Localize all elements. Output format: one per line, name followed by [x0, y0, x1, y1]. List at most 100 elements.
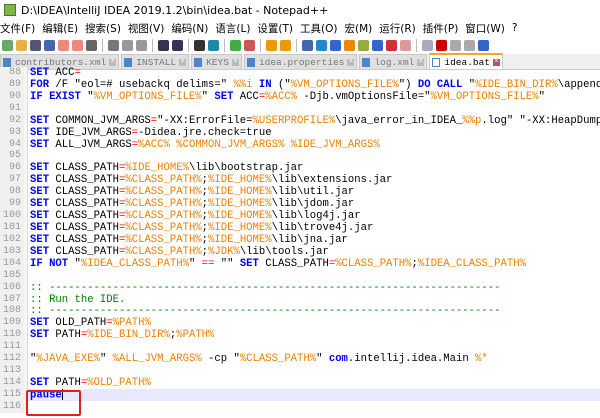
- monitor-icon[interactable]: [400, 39, 411, 51]
- zoom-out-icon[interactable]: [244, 39, 255, 51]
- menu-item[interactable]: 插件(P): [423, 21, 464, 36]
- open-icon[interactable]: [16, 39, 27, 51]
- token-txt: \lib\jdom.jar: [271, 198, 355, 211]
- indent-guide-icon[interactable]: [330, 39, 341, 51]
- menu-item[interactable]: 窗口(W): [465, 21, 510, 36]
- func-list-icon[interactable]: [372, 39, 383, 51]
- save-all-icon[interactable]: [44, 39, 55, 51]
- token-kw: SET: [30, 329, 50, 342]
- code-editor[interactable]: 88 SET ACC= 89 FOR /F "eol=# usebackq delim…: [0, 67, 600, 418]
- play-icon[interactable]: [450, 39, 461, 51]
- token-var: %OLD_PATH%: [87, 376, 151, 389]
- wrap-icon[interactable]: [302, 39, 313, 51]
- code-line: 90 IF EXIST "%VM_OPTIONS_FILE%" SET ACC=%…: [0, 90, 600, 103]
- code-line: 98 SET CLASS_PATH=%CLASS_PATH%;%IDE_HOME%…: [0, 186, 600, 199]
- toolbar-separator: [224, 38, 225, 52]
- all-chars-icon[interactable]: [316, 39, 327, 51]
- code-text: SET ALL_JVM_ARGS=%ACC% %COMMON_JVM_ARGS%…: [28, 139, 380, 151]
- copy-icon[interactable]: [122, 39, 133, 51]
- zoom-in-icon[interactable]: [230, 39, 241, 51]
- save-macro-icon[interactable]: [478, 39, 489, 51]
- code-text: SET COMMON_JVM_ARGS="-XX:ErrorFile=%USER…: [28, 115, 600, 127]
- menu-item[interactable]: 视图(V): [128, 21, 169, 36]
- code-text: :: -------------------------------------…: [28, 305, 500, 317]
- file-icon: [246, 57, 255, 67]
- udl-icon[interactable]: [344, 39, 355, 51]
- code-line: 99 SET CLASS_PATH=%CLASS_PATH%;%IDE_HOME%…: [0, 198, 600, 211]
- line-number: 109: [0, 317, 24, 330]
- code-line: 107:: Run the IDE.: [0, 293, 600, 306]
- menu-item[interactable]: 编码(N): [171, 21, 213, 36]
- line-number: 111: [0, 341, 24, 354]
- sync-h-icon[interactable]: [280, 39, 291, 51]
- menu-item[interactable]: 宏(M): [345, 21, 378, 36]
- close-tab-icon[interactable]: ×: [179, 58, 187, 66]
- record-icon[interactable]: [422, 39, 433, 51]
- token-kw: SET: [30, 162, 50, 175]
- token-var: %IDE_BIN_DIR%: [87, 329, 170, 342]
- line-number: 98: [0, 186, 24, 199]
- close-tab-icon[interactable]: ×: [231, 58, 239, 66]
- token-var: %VM_OPTIONS_FILE%: [430, 90, 539, 103]
- new-icon[interactable]: [2, 39, 13, 51]
- menu-item[interactable]: 运行(R): [379, 21, 421, 36]
- token-var: %CLASS_PATH%: [239, 353, 317, 366]
- doc-map-icon[interactable]: [358, 39, 369, 51]
- toolbar-separator: [102, 38, 103, 52]
- line-number: 95: [0, 150, 24, 163]
- code-text: SET CLASS_PATH=%CLASS_PATH%;%IDE_HOME%\l…: [28, 174, 392, 186]
- token-var: %CLASS_PATH%: [125, 198, 202, 211]
- close-tab-icon[interactable]: ×: [493, 58, 500, 66]
- sync-v-icon[interactable]: [266, 39, 277, 51]
- menu-item[interactable]: ?: [512, 22, 523, 34]
- run-multi-icon[interactable]: [464, 39, 475, 51]
- token-var: %CLASS_PATH%: [125, 186, 202, 199]
- window-title: D:\IDEA\IntelliJ IDEA 2019.1.2\bin\idea.…: [21, 3, 329, 17]
- save-icon[interactable]: [30, 39, 41, 51]
- folder-icon[interactable]: [386, 39, 397, 51]
- close-icon[interactable]: [58, 39, 69, 51]
- menu-item[interactable]: 语言(L): [215, 21, 255, 36]
- close-all-icon[interactable]: [72, 39, 83, 51]
- line-number: 104: [0, 257, 24, 270]
- code-text: SET OLD_PATH=%PATH%: [28, 317, 151, 329]
- close-tab-icon[interactable]: ×: [347, 58, 355, 66]
- menu-item[interactable]: 设置(T): [257, 21, 298, 36]
- token-txt: .log" "-XX:HeapDumpPath=: [481, 114, 600, 127]
- line-number: 112: [0, 353, 24, 366]
- undo-icon[interactable]: [158, 39, 169, 51]
- find-icon[interactable]: [194, 39, 205, 51]
- close-tab-icon[interactable]: ×: [109, 58, 117, 66]
- token-txt: (": [271, 78, 291, 91]
- token-txt: CLASS_PATH: [49, 245, 120, 258]
- token-kw: SET: [30, 221, 50, 234]
- token-kw: SET: [30, 245, 50, 258]
- replace-icon[interactable]: [208, 39, 219, 51]
- stop-icon[interactable]: [436, 39, 447, 51]
- menu-item[interactable]: 搜索(S): [85, 21, 126, 36]
- menu-item[interactable]: 编辑(E): [42, 21, 83, 36]
- paste-icon[interactable]: [136, 39, 147, 51]
- token-txt: COMMON_JVM_ARGS: [49, 114, 151, 127]
- cut-icon[interactable]: [108, 39, 119, 51]
- line-number: 99: [0, 198, 24, 211]
- token-kw: SET: [30, 376, 50, 389]
- token-txt: \lib\extensions.jar: [271, 174, 393, 187]
- token-var: %CLASS_PATH%: [125, 245, 202, 258]
- line-number: 101: [0, 221, 24, 234]
- close-tab-icon[interactable]: ×: [417, 58, 425, 66]
- redo-icon[interactable]: [172, 39, 183, 51]
- token-txt: \lib\tools.jar: [239, 245, 329, 258]
- menu-item[interactable]: 工具(O): [300, 21, 342, 36]
- token-kw: SET: [30, 186, 50, 199]
- print-icon[interactable]: [86, 39, 97, 51]
- menu-item[interactable]: 文件(F): [0, 21, 40, 36]
- line-number: 96: [0, 162, 24, 175]
- token-kw: IN: [258, 78, 272, 91]
- code-line: 114 SET PATH=%OLD_PATH%: [0, 376, 600, 389]
- token-txt: -Didea.jre.check=true: [138, 126, 272, 139]
- token-cm: :: -------------------------------------…: [30, 305, 501, 318]
- code-text: SET CLASS_PATH=%CLASS_PATH%;%IDE_HOME%\l…: [28, 198, 354, 210]
- file-icon: [194, 57, 203, 67]
